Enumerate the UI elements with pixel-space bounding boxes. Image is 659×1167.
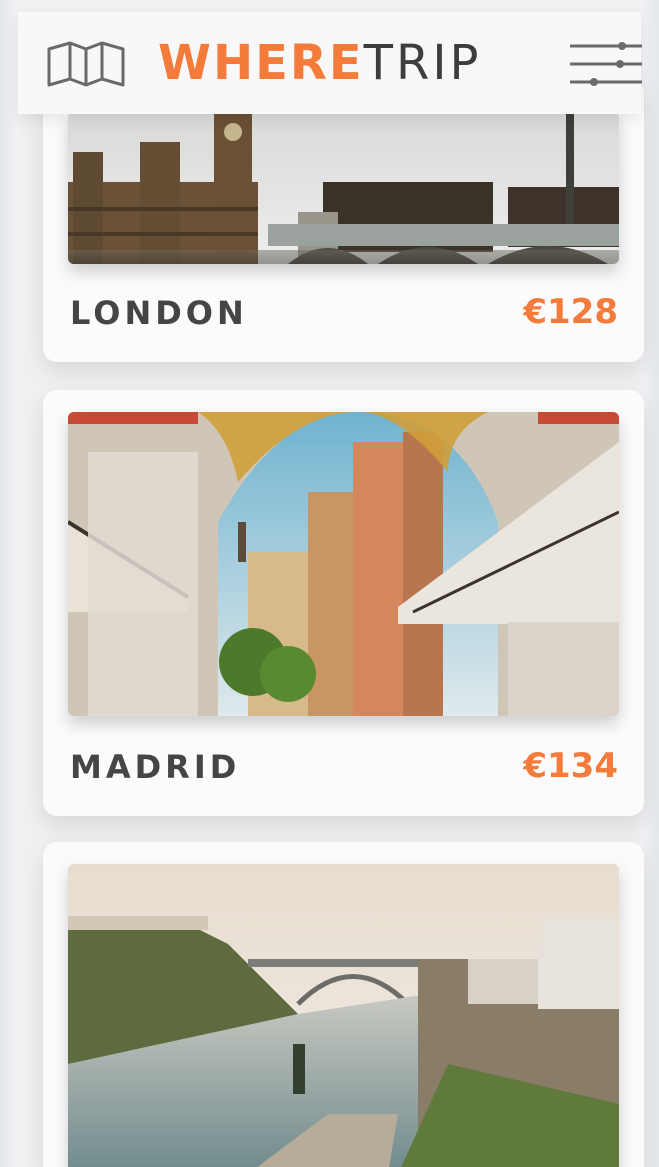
destination-card-madrid[interactable]: MADRID €134 [43,390,644,816]
city-name: MADRID [70,748,241,786]
london-photo[interactable] [68,112,619,264]
map-icon[interactable] [46,41,126,87]
city-name: LONDON [70,294,248,332]
porto-photo[interactable] [68,864,619,1167]
logo-where-text: WHERE [158,35,364,91]
madrid-photo[interactable] [68,412,619,716]
app-header: WHERE TRIP [18,12,644,114]
price-label: €134 [523,746,618,786]
filter-sliders-icon[interactable] [568,40,644,88]
destination-card-london[interactable]: LONDON €128 [43,80,644,362]
price-label: €128 [523,292,618,332]
destination-card-porto[interactable] [43,842,644,1167]
app-logo: WHERE TRIP [158,35,482,91]
logo-trip-text: TRIP [363,35,482,91]
